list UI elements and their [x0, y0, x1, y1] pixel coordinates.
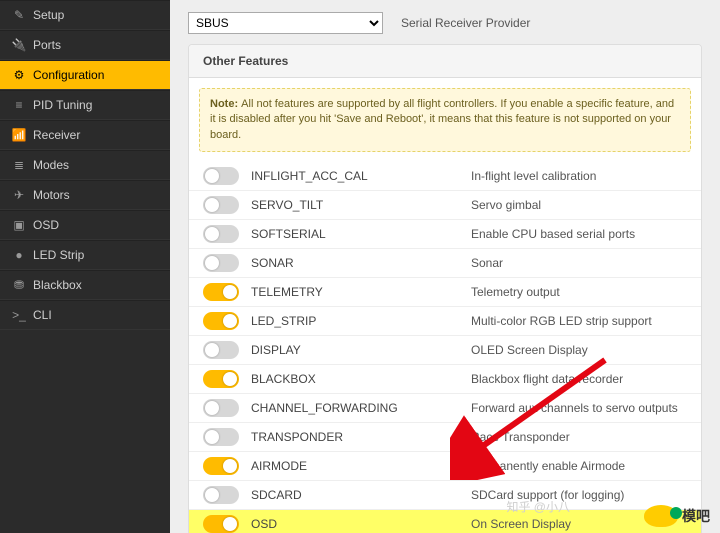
sidebar-item-configuration[interactable]: ⚙ Configuration: [0, 60, 170, 90]
configuration-icon: ⚙: [12, 68, 26, 82]
toggle-softserial[interactable]: [203, 225, 239, 243]
feature-desc: On Screen Display: [471, 517, 571, 531]
sidebar-item-label: OSD: [33, 218, 59, 232]
sidebar-item-label: Ports: [33, 38, 61, 52]
serial-receiver-label: Serial Receiver Provider: [401, 16, 530, 30]
feature-row-transponder: TRANSPONDERRace Transponder: [189, 422, 701, 451]
feature-name: TRANSPONDER: [251, 427, 471, 447]
sidebar-item-ports[interactable]: 🔌 Ports: [0, 30, 170, 60]
feature-name: AIRMODE: [251, 456, 471, 476]
feature-row-led_strip: LED_STRIPMulti-color RGB LED strip suppo…: [189, 306, 701, 335]
zhihu-watermark: 知乎 @小八: [506, 498, 570, 515]
receiver-icon: 📶: [12, 128, 26, 142]
toggle-osd[interactable]: [203, 515, 239, 533]
toggle-transponder[interactable]: [203, 428, 239, 446]
feature-row-sdcard: SDCARDSDCard support (for logging): [189, 480, 701, 509]
blackbox-icon: ⛃: [12, 278, 26, 292]
feature-desc: Blackbox flight data recorder: [471, 372, 623, 386]
feature-desc: Permanently enable Airmode: [471, 459, 625, 473]
sidebar-item-pid-tuning[interactable]: ≡ PID Tuning: [0, 90, 170, 120]
sidebar-item-label: LED Strip: [33, 248, 84, 262]
feature-desc: In-flight level calibration: [471, 169, 596, 183]
sidebar-item-label: CLI: [33, 308, 52, 322]
ports-icon: 🔌: [12, 38, 26, 52]
motors-icon: ✈: [12, 188, 26, 202]
setup-icon: ✎: [12, 8, 26, 22]
toggle-sonar[interactable]: [203, 254, 239, 272]
pid-tuning-icon: ≡: [12, 98, 26, 112]
sidebar-item-label: Setup: [33, 8, 64, 22]
feature-note: Note: All not features are supported by …: [199, 88, 691, 152]
feature-row-telemetry: TELEMETRYTelemetry output: [189, 277, 701, 306]
feature-desc: Telemetry output: [471, 285, 560, 299]
feature-row-servo_tilt: SERVO_TILTServo gimbal: [189, 190, 701, 219]
serial-receiver-select[interactable]: SBUS: [188, 12, 383, 34]
feature-name: BLACKBOX: [251, 369, 471, 389]
feature-desc: Forward aux channels to servo outputs: [471, 401, 678, 415]
sidebar-item-setup[interactable]: ✎ Setup: [0, 0, 170, 30]
sidebar-item-label: Motors: [33, 188, 70, 202]
feature-row-display: DISPLAYOLED Screen Display: [189, 335, 701, 364]
feature-row-sonar: SONARSonar: [189, 248, 701, 277]
modes-icon: ≣: [12, 158, 26, 172]
feature-name: OSD: [251, 514, 471, 533]
feature-desc: OLED Screen Display: [471, 343, 588, 357]
feature-row-osd: OSDOn Screen Display: [189, 509, 701, 533]
sidebar-item-label: Receiver: [33, 128, 80, 142]
feature-name: DISPLAY: [251, 340, 471, 360]
osd-icon: ▣: [12, 218, 26, 232]
feature-name: SERVO_TILT: [251, 195, 471, 215]
toggle-blackbox[interactable]: [203, 370, 239, 388]
sidebar-item-motors[interactable]: ✈ Motors: [0, 180, 170, 210]
sidebar-item-label: Modes: [33, 158, 69, 172]
led-strip-icon: ●: [12, 248, 26, 262]
sidebar-item-osd[interactable]: ▣ OSD: [0, 210, 170, 240]
feature-name: SOFTSERIAL: [251, 224, 471, 244]
feature-name: TELEMETRY: [251, 282, 471, 302]
feature-row-channel_forwarding: CHANNEL_FORWARDINGForward aux channels t…: [189, 393, 701, 422]
sidebar-item-receiver[interactable]: 📶 Receiver: [0, 120, 170, 150]
toggle-servo_tilt[interactable]: [203, 196, 239, 214]
toggle-display[interactable]: [203, 341, 239, 359]
toggle-sdcard[interactable]: [203, 486, 239, 504]
feature-row-airmode: AIRMODEPermanently enable Airmode: [189, 451, 701, 480]
moz8-watermark: 模吧: [644, 505, 710, 527]
moz8-logo-icon: [644, 505, 678, 527]
panel-header: Other Features: [189, 45, 701, 78]
feature-row-softserial: SOFTSERIALEnable CPU based serial ports: [189, 219, 701, 248]
feature-name: SONAR: [251, 253, 471, 273]
sidebar-item-label: Blackbox: [33, 278, 82, 292]
feature-desc: Race Transponder: [471, 430, 570, 444]
feature-name: LED_STRIP: [251, 311, 471, 331]
feature-desc: Servo gimbal: [471, 198, 541, 212]
sidebar-item-label: Configuration: [33, 68, 104, 82]
feature-row-blackbox: BLACKBOXBlackbox flight data recorder: [189, 364, 701, 393]
feature-desc: Sonar: [471, 256, 503, 270]
toggle-airmode[interactable]: [203, 457, 239, 475]
feature-desc: Enable CPU based serial ports: [471, 227, 635, 241]
toggle-inflight_acc_cal[interactable]: [203, 167, 239, 185]
sidebar-item-blackbox[interactable]: ⛃ Blackbox: [0, 270, 170, 300]
sidebar-item-label: PID Tuning: [33, 98, 92, 112]
toggle-telemetry[interactable]: [203, 283, 239, 301]
feature-row-inflight_acc_cal: INFLIGHT_ACC_CALIn-flight level calibrat…: [189, 162, 701, 190]
toggle-led_strip[interactable]: [203, 312, 239, 330]
cli-icon: >_: [12, 308, 26, 322]
feature-name: INFLIGHT_ACC_CAL: [251, 166, 471, 186]
sidebar-item-cli[interactable]: >_ CLI: [0, 300, 170, 330]
toggle-channel_forwarding[interactable]: [203, 399, 239, 417]
feature-desc: Multi-color RGB LED strip support: [471, 314, 652, 328]
feature-name: SDCARD: [251, 485, 471, 505]
sidebar-item-led-strip[interactable]: ● LED Strip: [0, 240, 170, 270]
sidebar-item-modes[interactable]: ≣ Modes: [0, 150, 170, 180]
feature-name: CHANNEL_FORWARDING: [251, 398, 471, 418]
